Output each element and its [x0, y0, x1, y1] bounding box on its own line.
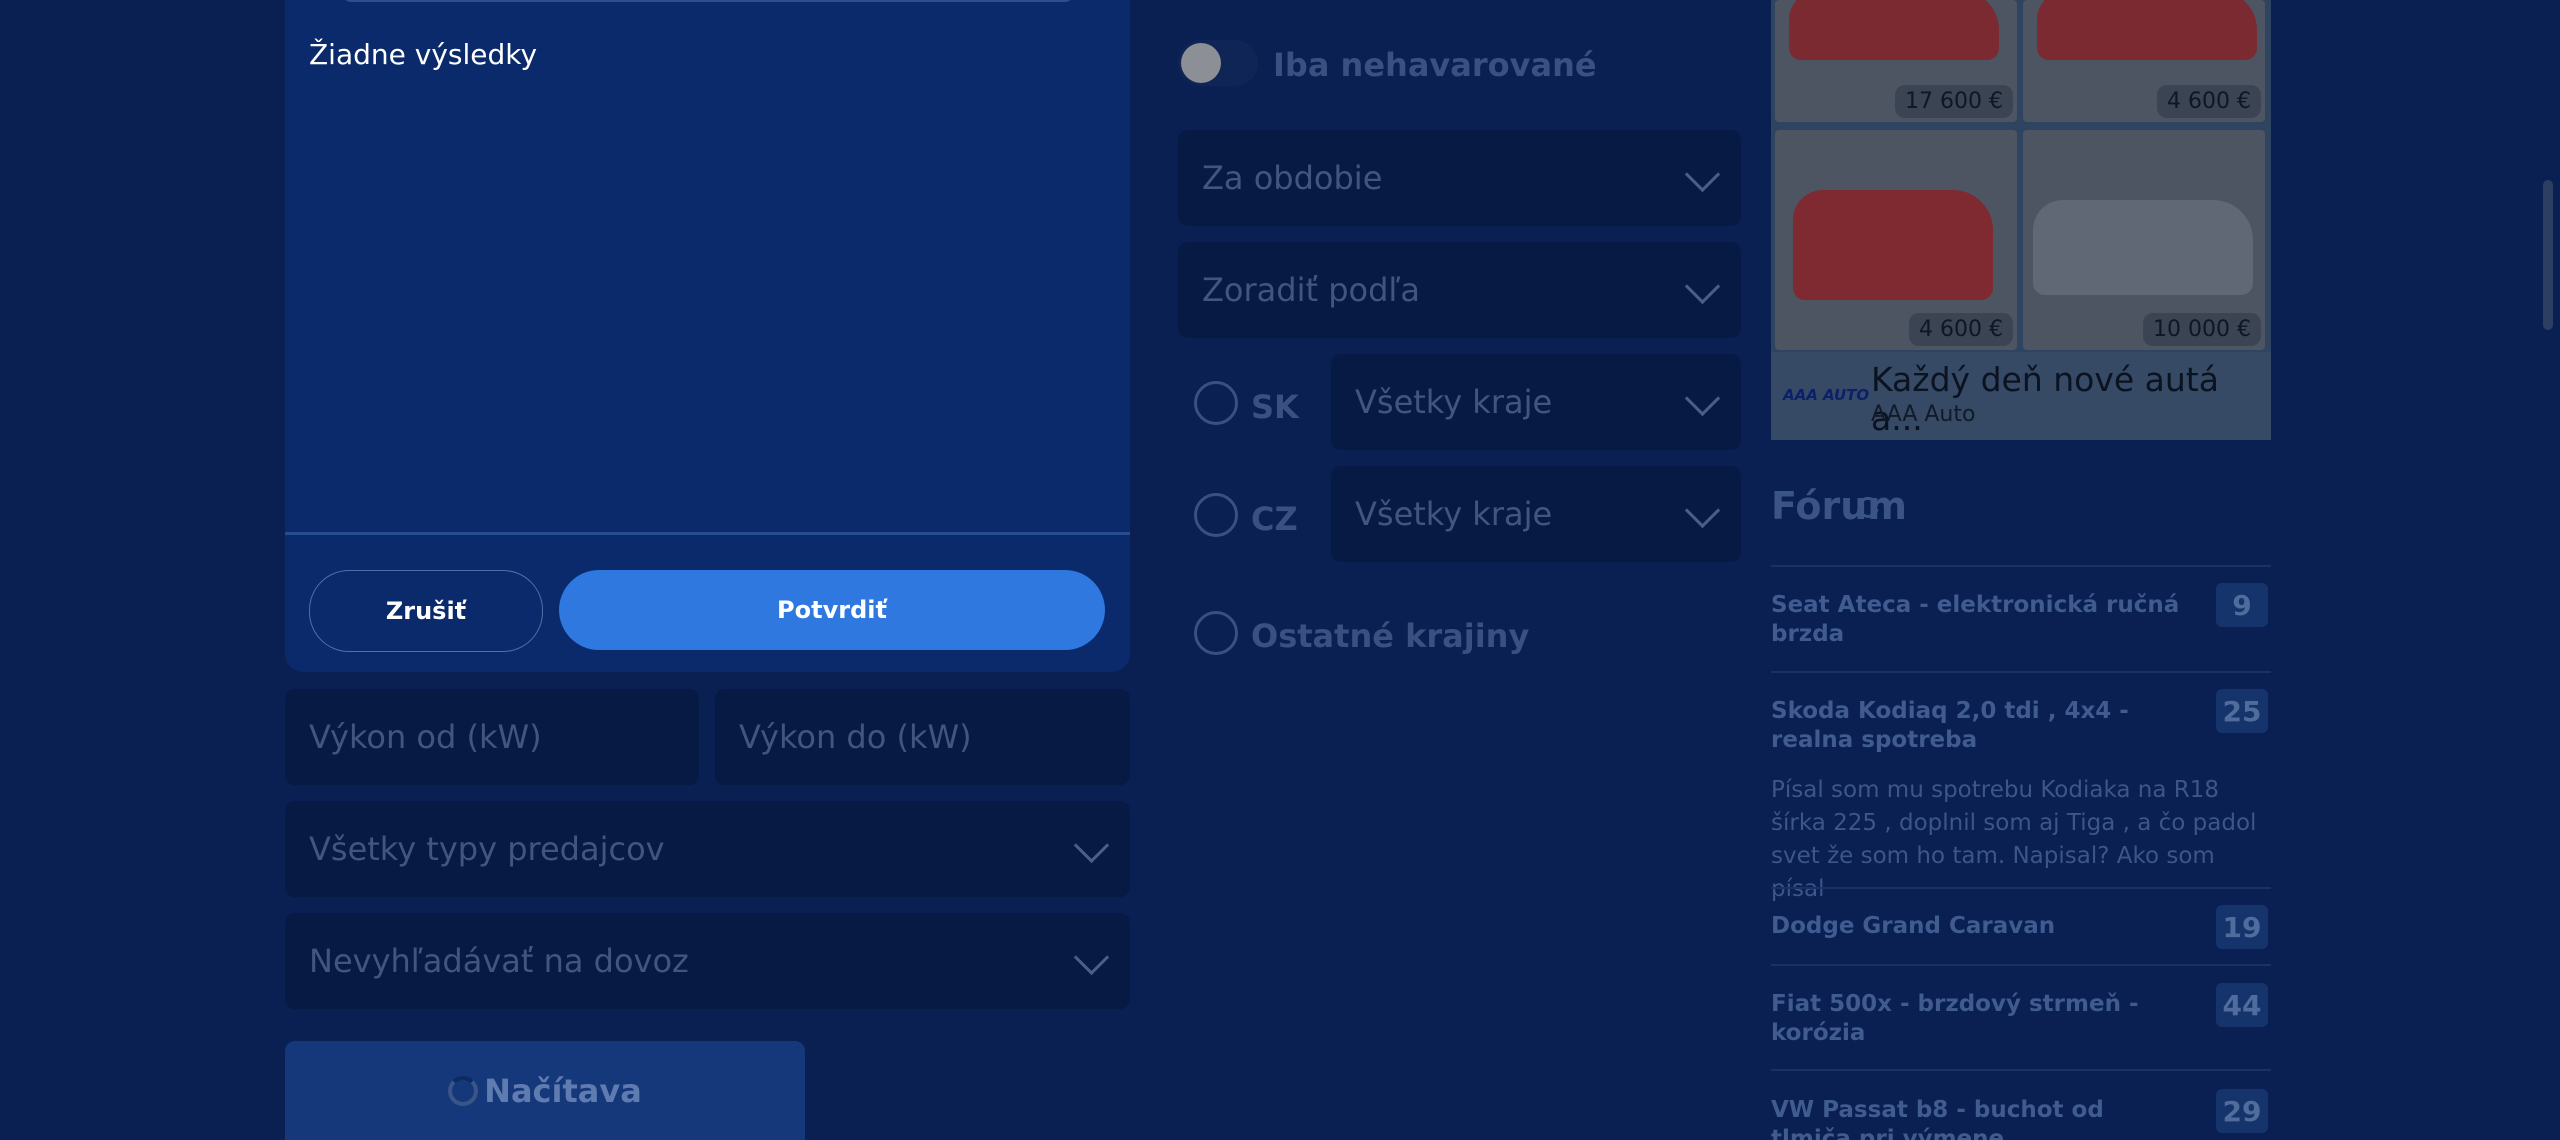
ad-price: 17 600 € — [1895, 85, 2013, 118]
region-cz-select[interactable]: Všetky kraje — [1331, 466, 1741, 562]
chevron-down-icon — [1073, 827, 1110, 864]
radio-cz[interactable] — [1194, 493, 1238, 537]
modal-divider — [285, 532, 1130, 535]
forum-item-title[interactable]: Fiat 500x - brzdový strmeň - korózia — [1771, 990, 2191, 1048]
seller-type-value: Všetky typy predajcov — [309, 830, 665, 868]
radio-cz-label: CZ — [1251, 500, 1298, 538]
radio-sk-label: SK — [1251, 388, 1299, 426]
period-select[interactable]: Za obdobie — [1178, 130, 1741, 226]
car-shape — [2037, 0, 2257, 60]
undamaged-toggle[interactable] — [1178, 40, 1258, 86]
car-shape — [1793, 190, 1993, 300]
forum-reply-count: 25 — [2216, 689, 2268, 733]
sort-select[interactable]: Zoradiť podľa — [1178, 242, 1741, 338]
forum-reply-count: 44 — [2216, 983, 2268, 1027]
power-to-input[interactable]: Výkon do (kW) — [715, 689, 1130, 785]
ad-footer: AAA AUTO Každý deň nové autá a... AAA Au… — [1771, 352, 2271, 440]
modal-search-input[interactable] — [343, 0, 1073, 2]
spinner-icon — [448, 1075, 479, 1106]
refresh-icon[interactable] — [1855, 494, 1881, 520]
chevron-down-icon — [1684, 380, 1721, 417]
car-shape — [1789, 0, 1999, 60]
chevron-down-icon — [1684, 492, 1721, 529]
ad-car-image: 4 600 € — [2023, 0, 2265, 122]
forum-reply-count: 9 — [2216, 583, 2268, 627]
no-results-text: Žiadne výsledky — [309, 38, 538, 71]
ad-price: 10 000 € — [2143, 313, 2261, 346]
ad-advertiser: AAA Auto — [1871, 402, 1976, 427]
confirm-button[interactable]: Potvrdiť — [559, 570, 1105, 650]
forum-item-title[interactable]: VW Passat b8 - buchot od tlmiča pri výme… — [1771, 1096, 2191, 1140]
period-value: Za obdobie — [1202, 159, 1383, 197]
power-from-input[interactable]: Výkon od (kW) — [285, 689, 699, 785]
sort-value: Zoradiť podľa — [1202, 271, 1420, 309]
forum-item-title[interactable]: Skoda Kodiaq 2,0 tdi , 4x4 - realna spot… — [1771, 697, 2191, 755]
toggle-knob — [1181, 43, 1221, 83]
region-cz-value: Všetky kraje — [1355, 495, 1553, 533]
cancel-button[interactable]: Zrušiť — [309, 570, 543, 652]
aaa-auto-logo: AAA AUTO — [1783, 386, 1870, 404]
ad-car-image: 17 600 € — [1775, 0, 2017, 122]
forum-divider — [1771, 671, 2271, 673]
import-value: Nevyhľadávať na dovoz — [309, 942, 689, 980]
import-select[interactable]: Nevyhľadávať na dovoz — [285, 913, 1130, 1009]
radio-other-label: Ostatné krajiny — [1251, 617, 1530, 655]
search-loading-button[interactable]: Načítava — [285, 1041, 805, 1140]
chevron-down-icon — [1684, 156, 1721, 193]
region-select-modal: Žiadne výsledky Zrušiť Potvrdiť — [285, 0, 1130, 672]
region-sk-select[interactable]: Všetky kraje — [1331, 354, 1741, 450]
ad-price: 4 600 € — [2157, 85, 2261, 118]
forum-divider — [1771, 964, 2271, 966]
forum-divider — [1771, 887, 2271, 889]
undamaged-label: Iba nehavarované — [1273, 46, 1597, 84]
forum-divider — [1771, 1069, 2271, 1071]
chevron-down-icon — [1684, 268, 1721, 305]
page-scrollbar[interactable] — [2543, 180, 2553, 330]
radio-sk[interactable] — [1194, 381, 1238, 425]
ad-car-image: 4 600 € — [1775, 130, 2017, 350]
region-sk-value: Všetky kraje — [1355, 383, 1553, 421]
forum-divider — [1771, 565, 2271, 567]
car-shape — [2033, 200, 2253, 295]
radio-other[interactable] — [1194, 611, 1238, 655]
chevron-down-icon — [1073, 939, 1110, 976]
forum-reply-count: 29 — [2216, 1089, 2268, 1133]
seller-type-select[interactable]: Všetky typy predajcov — [285, 801, 1130, 897]
ad-banner[interactable]: 17 600 € 4 600 € 4 600 € 10 000 € AAA AU… — [1771, 0, 2271, 440]
loading-label: Načítava — [484, 1071, 642, 1110]
forum-reply-count: 19 — [2216, 905, 2268, 949]
ad-price: 4 600 € — [1909, 313, 2013, 346]
forum-title: Fórum — [1771, 484, 1907, 528]
forum-item-title[interactable]: Seat Ateca - elektronická ručná brzda — [1771, 591, 2191, 649]
forum-item-title[interactable]: Dodge Grand Caravan — [1771, 912, 2191, 941]
ad-car-image: 10 000 € — [2023, 130, 2265, 350]
